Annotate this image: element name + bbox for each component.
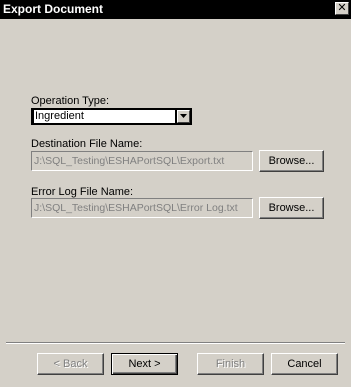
finish-button[interactable]: Finish bbox=[197, 353, 264, 375]
back-button[interactable]: < Back bbox=[37, 353, 104, 375]
footer-separator bbox=[6, 342, 345, 344]
close-icon: ✕ bbox=[337, 2, 347, 14]
destination-file-name-label: Destination File Name: bbox=[31, 138, 143, 150]
chevron-down-icon bbox=[180, 114, 187, 118]
window-title: Export Document bbox=[3, 2, 104, 16]
destination-file-name-field[interactable]: J:\SQL_Testing\ESHAPortSQL\Export.txt bbox=[31, 151, 253, 171]
error-log-file-name-field[interactable]: J:\SQL_Testing\ESHAPortSQL\Error Log.txt bbox=[31, 198, 253, 218]
operation-type-selected-value: Ingredient bbox=[34, 110, 175, 123]
export-document-dialog: Export Document ✕ Operation Type: Ingred… bbox=[0, 0, 351, 387]
close-button[interactable]: ✕ bbox=[335, 2, 349, 15]
destination-browse-button[interactable]: Browse... bbox=[259, 150, 324, 172]
operation-type-label: Operation Type: bbox=[31, 95, 110, 107]
operation-type-dropdown[interactable]: Ingredient bbox=[31, 108, 192, 125]
cancel-button[interactable]: Cancel bbox=[271, 353, 338, 375]
dropdown-arrow-button[interactable] bbox=[177, 110, 190, 123]
error-log-browse-button[interactable]: Browse... bbox=[259, 197, 324, 219]
next-button[interactable]: Next > bbox=[111, 353, 178, 375]
title-bar: Export Document ✕ bbox=[0, 0, 351, 19]
